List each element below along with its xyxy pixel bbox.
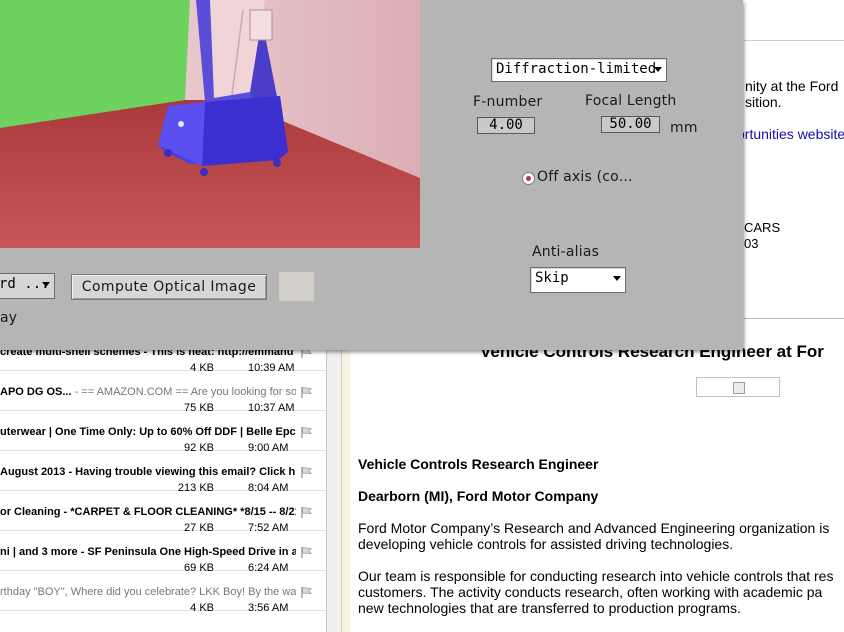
paragraph-line: Our team is responsible for conducting r… [358,568,834,584]
optics-mode-select[interactable]: Diffraction-limited [491,58,667,82]
email-row[interactable]: August 2013 - Having trouble viewing thi… [0,450,326,494]
chevron-down-icon [613,276,621,281]
email-subject-text: ni | and 3 more - SF Peninsula One High-… [0,546,296,558]
optics-dialog: Diffraction-limited F-number 4.00 Focal … [0,0,743,350]
email-list: create multi-shell schemes - This is nea… [0,340,327,632]
fnumber-label: F-number [473,94,543,110]
email-row[interactable]: or Cleaning - *CARPET & FLOOR CLEANING* … [0,490,326,534]
left-option-select[interactable]: rd ... [0,273,55,299]
focal-length-unit: mm [670,120,698,136]
email-subject: ni | and 3 more - SF Peninsula One High-… [0,546,296,558]
job-location: Dearborn (MI), Ford Motor Company [358,488,599,504]
antialias-select[interactable]: Skip [530,267,626,293]
email-subject-text: uterwear | One Time Only: Up to 60% Off … [0,426,296,438]
flag-icon[interactable] [300,586,312,598]
chevron-down-icon [42,282,50,287]
email-row[interactable]: rthday "BOY", Where did you celebrate? L… [0,570,326,614]
email-subject: uterwear | One Time Only: Up to 60% Off … [0,426,296,438]
paragraph-line: customers. The activity conducts researc… [358,584,823,600]
optics-mode-value: Diffraction-limited [496,61,657,77]
antialias-value: Skip [535,270,569,286]
email-preview-text: - == AMAZON.COM == Are you looking for s… [71,386,296,398]
job-heading: Vehicle Controls Research Engineer [358,456,599,472]
email-subject: rthday "BOY", Where did you celebrate? L… [0,586,296,598]
browser-text-line: CARS [744,220,781,235]
off-axis-label[interactable]: Off axis (co... [537,169,633,185]
focal-length-field[interactable]: 50.00 [601,116,660,133]
flag-icon[interactable] [300,546,312,558]
broken-image-icon [696,377,780,397]
paragraph-line: developing vehicle controls for assisted… [358,536,734,552]
browser-text-line: 03 [744,236,759,251]
browser-hr [744,318,844,319]
email-row[interactable]: uterwear | One Time Only: Up to 60% Off … [0,410,326,454]
email-size: 4 KB [190,602,214,614]
email-row[interactable]: ni | and 3 more - SF Peninsula One High-… [0,530,326,574]
email-subject: August 2013 - Having trouble viewing thi… [0,466,296,478]
focal-length-label: Focal Length [585,93,677,109]
browser-page-background [744,0,844,340]
paragraph-line: Ford Motor Company’s Research and Advanc… [358,520,830,536]
off-axis-radio[interactable] [522,172,535,185]
paragraph-line: new technologies that are transferred to… [358,600,741,616]
browser-text-line: nity at the Ford [745,78,839,94]
fnumber-field[interactable]: 4.00 [477,117,535,134]
pane-splitter[interactable] [327,340,341,632]
email-subject-text: or Cleaning - *CARPET & FLOOR CLEANING* … [0,506,296,518]
color-swatch[interactable] [279,272,314,301]
browser-divider [744,40,844,47]
scene-render-image [0,0,420,248]
email-time: 3:56 AM [248,602,289,614]
bottom-label: ay [0,310,18,326]
chevron-down-icon [654,67,662,72]
flag-icon[interactable] [300,506,312,518]
browser-text-line: sition. [745,94,782,110]
flag-icon[interactable] [300,466,312,478]
email-row[interactable]: APO DG OS... - == AMAZON.COM == Are you … [0,370,326,414]
email-subject: or Cleaning - *CARPET & FLOOR CLEANING* … [0,506,296,518]
email-subject-text: APO DG OS... [0,386,72,398]
email-preview-text: rthday "BOY", Where did you celebrate? L… [0,586,296,598]
compute-optical-image-button[interactable]: Compute Optical Image [71,274,267,300]
email-subject: APO DG OS... - == AMAZON.COM == Are you … [0,386,296,398]
flag-icon[interactable] [300,386,312,398]
article-pane: Vehicle Controls Research Engineer at Fo… [350,340,844,632]
opportunities-link[interactable]: ortunities website [737,126,844,142]
email-subject-text: August 2013 - Having trouble viewing thi… [0,466,296,478]
antialias-label: Anti-alias [532,244,600,260]
flag-icon[interactable] [300,426,312,438]
